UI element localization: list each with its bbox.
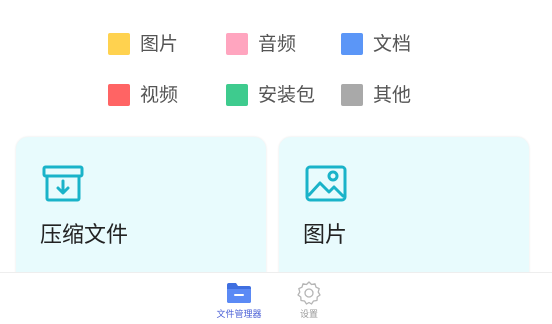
legend-item-documents: 文档: [341, 31, 411, 57]
legend-swatch-images: [108, 33, 130, 55]
legend-swatch-packages: [226, 84, 248, 106]
legend-item-video: 视频: [108, 82, 178, 108]
legend-swatch-documents: [341, 33, 363, 55]
card-label-images: 图片: [303, 223, 348, 248]
gear-icon: [297, 281, 321, 305]
storage-legend: 图片 音频 文档 视频 安装包 其他: [0, 0, 552, 130]
legend-label-documents: 文档: [373, 33, 412, 55]
legend-label-other: 其他: [373, 84, 412, 106]
tab-label-settings: 设置: [299, 310, 318, 320]
archive-icon: [42, 165, 84, 202]
folder-icon: [227, 283, 251, 303]
legend-swatch-video: [108, 84, 130, 106]
legend-label-packages: 安装包: [258, 84, 316, 106]
file-manager-page: 图片 音频 文档 视频 安装包 其他 压缩文件 图片 文件管理器 设置: [0, 0, 552, 324]
tab-settings[interactable]: 设置: [269, 273, 349, 324]
tab-file-manager[interactable]: 文件管理器: [199, 273, 279, 324]
legend-item-packages: 安装包: [226, 82, 315, 108]
legend-item-images: 图片: [108, 31, 178, 57]
bottom-tab-bar: 文件管理器 设置: [0, 272, 552, 324]
legend-label-images: 图片: [140, 33, 179, 55]
legend-swatch-audio: [226, 33, 248, 55]
legend-swatch-other: [341, 84, 363, 106]
tab-label-file-manager: 文件管理器: [216, 310, 262, 320]
legend-label-audio: 音频: [258, 33, 297, 55]
card-label-archives: 压缩文件: [40, 223, 129, 248]
legend-label-video: 视频: [140, 84, 179, 106]
image-icon: [305, 165, 347, 202]
legend-item-other: 其他: [341, 82, 411, 108]
legend-item-audio: 音频: [226, 31, 296, 57]
